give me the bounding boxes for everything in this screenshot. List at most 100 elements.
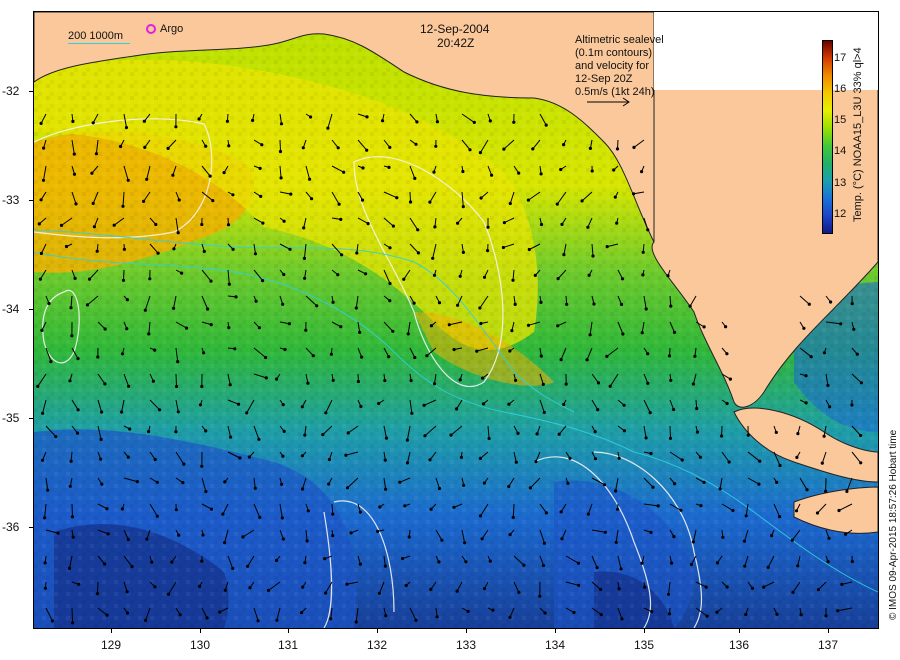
velocity-arrow-head — [592, 302, 596, 306]
velocity-arrow-head — [622, 403, 626, 407]
velocity-arrow-head — [472, 120, 476, 125]
velocity-arrow-head — [480, 537, 484, 541]
velocity-arrow-head — [646, 352, 650, 356]
velocity-arrow-head — [331, 534, 335, 538]
colorbar-tick: 17 — [834, 52, 847, 64]
velocity-arrow-head — [595, 566, 599, 570]
x-tick-label: 132 — [366, 638, 388, 652]
velocity-arrow-head — [440, 538, 444, 542]
velocity-arrow-head — [54, 435, 58, 439]
velocity-arrow-head — [41, 411, 45, 415]
velocity-arrow-head — [40, 328, 44, 332]
velocity-arrow-head — [77, 582, 81, 586]
velocity-arrow-head — [615, 147, 620, 151]
velocity-arrow-head — [839, 322, 843, 326]
velocity-arrow-head — [648, 411, 652, 415]
velocity-arrow-head — [488, 559, 492, 563]
velocity-arrow-head — [562, 143, 566, 147]
velocity-arrow-head — [281, 454, 285, 458]
velocity-arrow-head — [539, 222, 544, 227]
velocity-arrow-head — [305, 539, 309, 543]
velocity-arrow-head — [327, 457, 331, 462]
y-tick-label: -34 — [2, 302, 20, 316]
velocity-arrow-head — [428, 200, 432, 204]
velocity-arrow-head — [365, 148, 369, 152]
velocity-arrow-head — [126, 537, 130, 542]
velocity-arrow-head — [99, 437, 103, 441]
velocity-arrow-head — [644, 436, 648, 440]
velocity-arrow-head — [778, 463, 782, 468]
velocity-arrow-head — [264, 355, 268, 360]
velocity-arrow-head — [36, 384, 40, 388]
velocity-arrow-head — [416, 228, 420, 232]
velocity-arrow-head — [398, 480, 402, 484]
velocity-arrow-head — [258, 166, 262, 170]
velocity-arrow-head — [258, 515, 262, 519]
velocity-arrow-head — [757, 482, 761, 486]
velocity-arrow-head — [105, 613, 109, 617]
velocity-arrow-head — [412, 301, 416, 305]
velocity-arrow-head — [85, 303, 90, 307]
velocity-arrow-head — [106, 532, 110, 536]
velocity-arrow-head — [560, 222, 564, 226]
velocity-arrow-head — [135, 480, 139, 484]
velocity-arrow-head — [632, 192, 636, 196]
velocity-arrow-head — [744, 612, 748, 617]
velocity-arrow-head — [720, 434, 724, 438]
velocity-arrow-head — [656, 504, 660, 508]
colorbar-title: Temp. (°C) NOAA15_L3U 33% ql>4 — [852, 47, 864, 222]
velocity-arrow-head — [256, 619, 260, 623]
velocity-arrow-head — [279, 176, 283, 180]
sst-map[interactable] — [33, 11, 879, 629]
velocity-arrow-head — [200, 222, 204, 227]
velocity-arrow-head — [556, 277, 560, 281]
velocity-arrow-head — [309, 115, 313, 119]
velocity-arrow-head — [478, 306, 482, 310]
velocity-arrow-head — [147, 332, 151, 336]
velocity-arrow-head — [39, 251, 44, 256]
velocity-arrow-head — [247, 455, 251, 459]
velocity-arrow-head — [608, 384, 612, 388]
velocity-arrow-head — [376, 529, 380, 534]
velocity-arrow-head — [70, 515, 75, 519]
velocity-arrow-head — [151, 379, 156, 383]
velocity-arrow-head — [534, 460, 538, 464]
velocity-arrow-head — [181, 481, 185, 485]
velocity-arrow-head — [41, 178, 46, 182]
velocity-arrow-head — [304, 328, 308, 332]
altimetry-note-line: and velocity for — [575, 60, 649, 72]
velocity-arrow-head — [380, 119, 385, 123]
velocity-arrow-head — [349, 531, 353, 535]
velocity-arrow-head — [112, 223, 116, 227]
x-tick-label: 131 — [277, 638, 299, 652]
velocity-arrow-head — [68, 379, 72, 383]
velocity-arrow-head — [621, 332, 625, 336]
velocity-arrow-head — [816, 588, 821, 592]
velocity-arrow-head — [672, 535, 676, 539]
velocity-arrow-head — [559, 510, 563, 514]
velocity-arrow-head — [360, 355, 364, 359]
velocity-arrow-head — [770, 534, 774, 538]
velocity-arrow-head — [378, 505, 382, 509]
velocity-arrow-head — [74, 202, 78, 206]
velocity-arrow-head — [617, 456, 621, 460]
velocity-arrow-head — [274, 558, 279, 563]
velocity-arrow-head — [76, 357, 80, 361]
velocity-arrow-head — [461, 169, 465, 174]
velocity-arrow-head — [542, 410, 546, 414]
velocity-arrow-head — [632, 145, 636, 149]
velocity-arrow-head — [679, 508, 683, 512]
velocity-arrow-head — [742, 539, 747, 543]
velocity-arrow-head — [202, 249, 206, 253]
velocity-arrow-head — [615, 221, 619, 225]
velocity-arrow-head — [281, 302, 285, 306]
velocity-arrow-head — [324, 591, 328, 595]
velocity-arrow-head — [43, 561, 47, 565]
velocity-arrow-head — [405, 438, 409, 442]
velocity-arrow-head — [37, 222, 41, 226]
velocity-arrow-head — [510, 329, 514, 333]
velocity-arrow-head — [586, 512, 590, 516]
velocity-arrow-head — [670, 561, 674, 565]
x-tick-mark — [555, 628, 556, 633]
velocity-arrow-head — [809, 355, 813, 359]
